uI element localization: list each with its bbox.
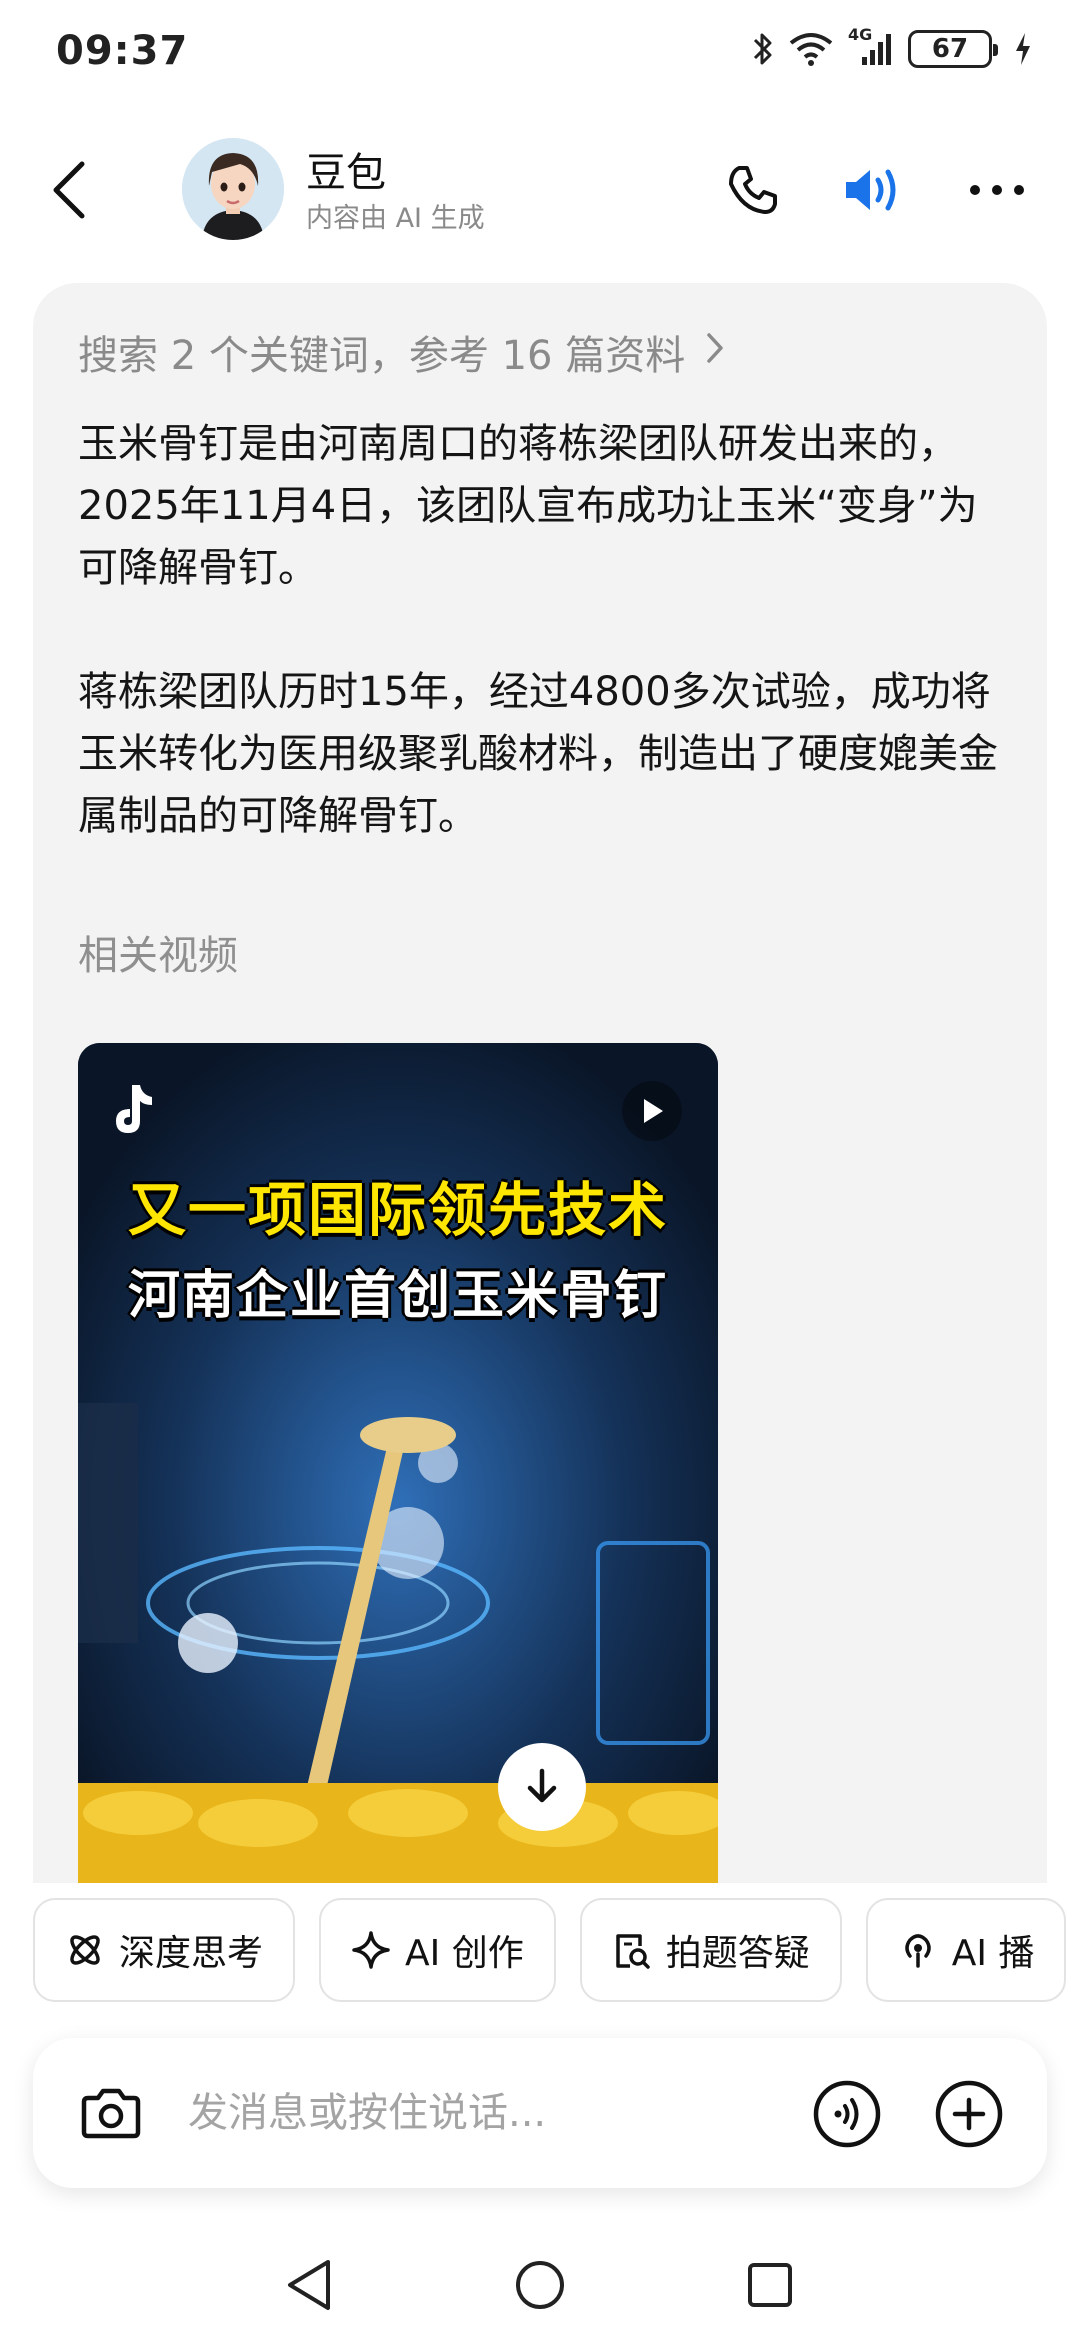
related-video-card[interactable]: 又一项国际领先技术 河南企业首创玉米骨钉 xyxy=(78,1043,718,1883)
play-icon[interactable] xyxy=(622,1081,682,1141)
camera-button[interactable] xyxy=(73,2076,149,2152)
signal-icon: 4G xyxy=(848,25,894,67)
nav-home-button[interactable] xyxy=(505,2250,575,2320)
voice-call-button[interactable] xyxy=(809,2076,885,2152)
tiktok-icon xyxy=(106,1079,156,1139)
podcast-icon xyxy=(898,1930,938,1970)
answer-paragraph: 蒋栋梁团队历时15年，经过4800多次试验，成功将玉米转化为医用级聚乳酸材料，制… xyxy=(78,669,998,839)
status-bar: 09:37 4G 67 xyxy=(0,0,1080,110)
plus-icon xyxy=(935,2080,1003,2148)
status-time: 09:37 xyxy=(56,28,189,74)
ai-message: 搜索 2 个关键词，参考 16 篇资料 玉米骨钉是由河南周口的蒋栋梁团队研发出来… xyxy=(33,283,1047,1883)
ai-podcast-chip[interactable]: AI 播 xyxy=(865,1898,1067,2002)
chip-label: 拍题答疑 xyxy=(665,1933,810,1974)
back-icon xyxy=(53,161,85,219)
sparkle-icon xyxy=(351,1930,391,1970)
avatar[interactable] xyxy=(182,138,284,240)
charging-icon xyxy=(1014,31,1032,67)
wifi-icon xyxy=(788,31,834,67)
battery-level: 67 xyxy=(931,34,969,64)
related-videos-label: 相关视频 xyxy=(78,933,238,979)
bluetooth-icon xyxy=(752,31,774,67)
download-icon xyxy=(527,1768,557,1803)
video-title-line1: 又一项国际领先技术 xyxy=(127,1176,668,1244)
ai-create-chip[interactable]: AI 创作 xyxy=(319,1898,556,2002)
nav-recent-button[interactable] xyxy=(735,2250,805,2320)
chip-label: 深度思考 xyxy=(119,1933,264,1974)
speaker-button[interactable] xyxy=(840,155,910,225)
nav-back-button[interactable] xyxy=(274,2250,344,2320)
scan-doc-icon xyxy=(612,1930,652,1970)
message-input[interactable] xyxy=(188,2083,748,2143)
battery-icon: 67 xyxy=(908,30,998,68)
phone-icon xyxy=(729,166,777,214)
chat-header: 豆包 内容由 AI 生成 xyxy=(0,130,1080,250)
answer-body: 玉米骨钉是由河南周口的蒋栋梁团队研发出来的，2025年11月4日，该团队宣布成功… xyxy=(78,413,1008,909)
back-button[interactable] xyxy=(40,155,100,225)
add-button[interactable] xyxy=(931,2076,1007,2152)
download-button[interactable] xyxy=(498,1743,586,1831)
speaker-icon xyxy=(846,169,896,211)
status-icons: 4G 67 xyxy=(752,25,1032,68)
deep-think-chip[interactable]: 深度思考 xyxy=(33,1898,296,2002)
photo-qa-chip[interactable]: 拍题答疑 xyxy=(579,1898,842,2002)
atom-icon xyxy=(65,1930,105,1970)
bot-name: 豆包 xyxy=(306,150,386,196)
chip-label: AI 创作 xyxy=(405,1933,524,1974)
nav-recent-icon xyxy=(748,2263,792,2307)
ai-generated-note: 内容由 AI 生成 xyxy=(306,203,485,234)
system-nav-bar xyxy=(0,2220,1080,2340)
search-summary-text: 搜索 2 个关键词，参考 16 篇资料 xyxy=(78,333,686,379)
phone-button[interactable] xyxy=(718,155,788,225)
network-type: 4G xyxy=(848,25,873,44)
answer-paragraph: 玉米骨钉是由河南周口的蒋栋梁团队研发出来的，2025年11月4日，该团队宣布成功… xyxy=(78,421,978,591)
quick-actions: 深度思考 AI 创作 拍题答疑 AI 播 xyxy=(33,1898,1067,2002)
nav-home-icon xyxy=(516,2261,564,2309)
nav-back-icon xyxy=(288,2260,330,2310)
search-summary[interactable]: 搜索 2 个关键词，参考 16 篇资料 xyxy=(78,323,725,381)
chevron-right-icon xyxy=(705,329,725,375)
chip-label: AI 播 xyxy=(951,1933,1035,1974)
voice-wave-icon xyxy=(813,2080,881,2148)
video-title-line2: 河南企业首创玉米骨钉 xyxy=(127,1266,668,1326)
camera-icon xyxy=(81,2088,141,2139)
input-bar xyxy=(33,2038,1047,2188)
more-icon xyxy=(970,185,1024,195)
more-button[interactable] xyxy=(962,155,1032,225)
